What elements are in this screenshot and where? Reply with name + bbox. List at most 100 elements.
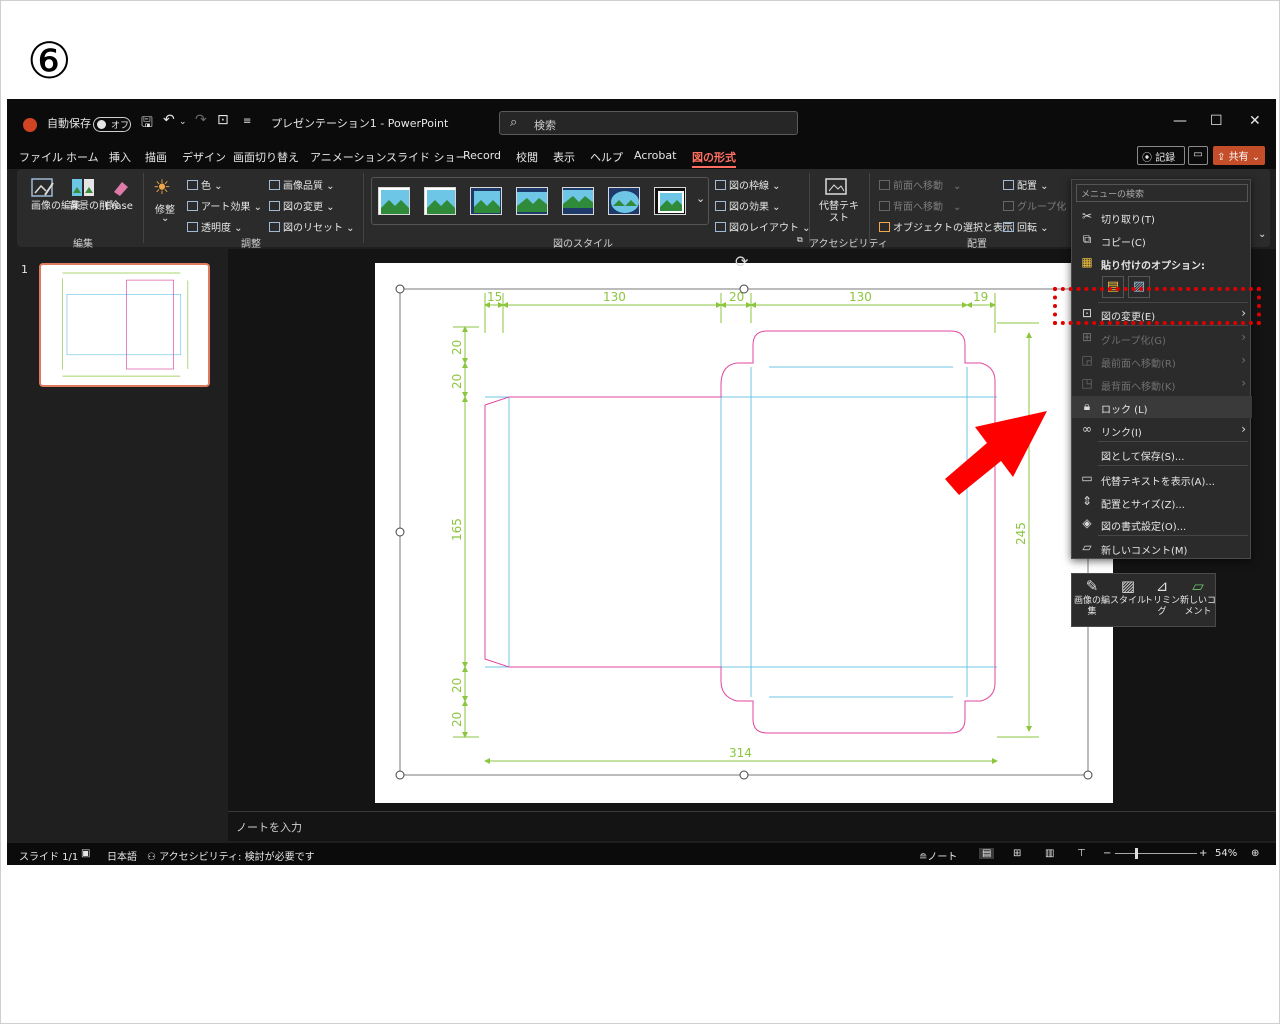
menu-item-view-alt-text[interactable]: ▭ 代替テキストを表示(A)... xyxy=(1072,468,1252,490)
tab-view[interactable]: 表示 xyxy=(553,149,575,165)
reset-picture-button[interactable]: 図のリセット ⌄ xyxy=(269,219,355,234)
group-button[interactable]: グループ化 ⌄ xyxy=(1003,198,1078,213)
picture-style-5[interactable] xyxy=(562,187,594,215)
compress-pictures-button[interactable]: 画像品質 ⌄ xyxy=(269,177,335,192)
picture-style-7[interactable] xyxy=(654,187,686,215)
tab-transitions[interactable]: 画面切り替え xyxy=(233,149,299,165)
tab-file[interactable]: ファイル xyxy=(19,149,63,165)
tab-slideshow[interactable]: スライド ショー xyxy=(386,149,467,165)
menu-item-bring-to-front[interactable]: ◲ 最前面へ移動(R) › xyxy=(1072,350,1252,372)
zoom-level[interactable]: 54% xyxy=(1215,848,1237,859)
menu-item-cut[interactable]: ✂ 切り取り(T) xyxy=(1072,206,1252,228)
maximize-icon[interactable]: ☐ xyxy=(1210,113,1223,129)
erase-label[interactable]: Erase xyxy=(105,201,133,212)
accessibility-status[interactable]: ⚇ アクセシビリティ: 検討が必要です xyxy=(147,848,315,863)
notes-toggle[interactable]: ≘ノート xyxy=(919,848,957,863)
redo-icon[interactable]: ↷ xyxy=(195,112,207,128)
autosave-state: オフ xyxy=(111,121,130,131)
tab-picture-format[interactable]: 図の形式 xyxy=(692,149,736,168)
share-button[interactable]: ⇪ 共有 ⌄ xyxy=(1213,146,1265,165)
autosave-toggle[interactable]: オフ xyxy=(93,117,131,132)
slide-sorter-icon[interactable]: ⊞ xyxy=(1013,848,1021,859)
normal-view-icon[interactable]: ▤ xyxy=(979,848,995,859)
tab-record[interactable]: Record xyxy=(463,149,501,162)
present-from-start-icon[interactable]: ⊡ xyxy=(217,112,229,128)
language-label[interactable]: 日本語 xyxy=(107,848,137,863)
edit-picture-icon[interactable] xyxy=(31,177,55,199)
tab-animations[interactable]: アニメーション xyxy=(310,149,387,165)
tab-acrobat[interactable]: Acrobat xyxy=(634,149,676,162)
picture-style-1[interactable] xyxy=(378,187,410,215)
reading-view-icon[interactable]: ▥ xyxy=(1045,848,1054,859)
menu-item-group[interactable]: ⊞ グループ化(G) › xyxy=(1072,327,1252,349)
picture-style-3[interactable] xyxy=(470,187,502,215)
menu-item-new-comment[interactable]: ▱ 新しいコメント(M) xyxy=(1072,537,1252,559)
picture-effects-button[interactable]: 図の効果 ⌄ xyxy=(715,198,781,213)
menu-item-save-as-picture[interactable]: 図として保存(S)... xyxy=(1072,443,1252,465)
search-input[interactable]: ⌕ 検索 xyxy=(499,111,798,135)
slide-thumbnail[interactable] xyxy=(39,263,210,387)
tab-draw[interactable]: 描画 xyxy=(145,149,167,165)
zoom-slider-thumb[interactable] xyxy=(1135,848,1138,859)
mini-style-button[interactable]: ▨ スタイル xyxy=(1110,576,1146,626)
menu-item-size-position[interactable]: ⇕ 配置とサイズ(Z)... xyxy=(1072,491,1252,513)
styles-dialog-launcher-icon[interactable]: ⧉ xyxy=(797,235,803,245)
menu-item-format-picture[interactable]: ◈ 図の書式設定(O)... xyxy=(1072,513,1252,535)
customize-toolbar-icon[interactable]: ≡ xyxy=(243,116,251,127)
mini-crop-button[interactable]: ⊿ トリミング xyxy=(1144,576,1180,626)
transparency-button[interactable]: 透明度 ⌄ xyxy=(187,219,243,234)
zoom-in-icon[interactable]: + xyxy=(1199,848,1207,859)
comments-button[interactable]: ▭ xyxy=(1188,146,1208,165)
mini-edit-picture-button[interactable]: ✎ 画像の編集 xyxy=(1074,576,1110,626)
remove-background-icon[interactable] xyxy=(71,177,95,199)
slideshow-view-icon[interactable]: ⊤ xyxy=(1077,848,1086,859)
gallery-more-icon[interactable]: ⌄ xyxy=(696,192,705,205)
selection-frame[interactable] xyxy=(387,279,1107,789)
tab-home[interactable]: ホーム xyxy=(66,149,99,165)
send-backward-button[interactable]: 背面へ移動 ⌄ xyxy=(879,198,961,213)
color-button[interactable]: 色 ⌄ xyxy=(187,177,223,192)
eraser-icon[interactable] xyxy=(109,177,133,199)
save-icon[interactable]: 🖫 xyxy=(141,112,153,136)
close-icon[interactable]: ✕ xyxy=(1249,113,1261,129)
tab-help[interactable]: ヘルプ xyxy=(590,149,623,165)
undo-icon[interactable]: ↶ xyxy=(163,112,175,128)
fit-to-window-icon[interactable]: ⊕ xyxy=(1251,848,1259,859)
alt-text-icon[interactable] xyxy=(825,177,849,199)
picture-style-2[interactable] xyxy=(424,187,456,215)
menu-item-lock[interactable]: 🔒︎ ロック (L) xyxy=(1072,396,1252,418)
rotate-button[interactable]: 回転 ⌄ xyxy=(1003,219,1049,234)
picture-style-4[interactable] xyxy=(516,187,548,215)
record-button[interactable]: ⦿ 記録 xyxy=(1137,146,1185,165)
edit-picture-label[interactable]: 画像の編集 xyxy=(31,201,81,213)
zoom-out-icon[interactable]: − xyxy=(1103,848,1111,859)
accessibility-icon: ⚇ xyxy=(147,852,160,863)
menu-item-copy[interactable]: ⧉ コピー(C) xyxy=(1072,229,1252,251)
mini-new-comment-button[interactable]: ▱ 新しいコメント xyxy=(1180,576,1216,626)
bring-forward-button[interactable]: 前面へ移動 ⌄ xyxy=(879,177,961,192)
corrections-icon[interactable]: ☀ xyxy=(153,175,171,199)
artistic-effects-button[interactable]: アート効果 ⌄ xyxy=(187,198,262,213)
tab-insert[interactable]: 挿入 xyxy=(109,149,131,165)
undo-dropdown-icon[interactable]: ⌄ xyxy=(179,117,187,127)
menu-item-link[interactable]: ∞ リンク(I) › xyxy=(1072,419,1252,441)
selection-pane-button[interactable]: オブジェクトの選択と表示 xyxy=(879,219,1013,234)
alt-text-label[interactable]: 代替テキスト xyxy=(819,201,859,225)
spelling-check-icon[interactable]: ▣ xyxy=(81,848,90,859)
picture-layout-button[interactable]: 図のレイアウト ⌄ xyxy=(715,219,811,234)
align-button[interactable]: 配置 ⌄ xyxy=(1003,177,1049,192)
zoom-slider[interactable] xyxy=(1115,853,1197,854)
corrections-dropdown-icon[interactable]: ⌄ xyxy=(161,213,169,224)
menu-item-send-to-back[interactable]: ◳ 最背面へ移動(K) › xyxy=(1072,373,1252,395)
remove-background-label[interactable]: 背景の削除 xyxy=(69,201,119,213)
collapse-ribbon-icon[interactable]: ⌄ xyxy=(1258,229,1266,240)
menu-search-input[interactable]: メニューの検索 xyxy=(1076,184,1248,202)
notes-pane[interactable]: ノートを入力 xyxy=(228,811,1276,841)
tab-design[interactable]: デザイン xyxy=(182,149,226,165)
tab-review[interactable]: 校閲 xyxy=(516,149,538,165)
minimize-icon[interactable]: — xyxy=(1173,113,1187,129)
picture-style-6[interactable] xyxy=(608,187,640,215)
picture-border-button[interactable]: 図の枠線 ⌄ xyxy=(715,177,781,192)
rotate-handle-icon[interactable]: ⟳ xyxy=(735,252,748,271)
change-picture-button[interactable]: 図の変更 ⌄ xyxy=(269,198,335,213)
